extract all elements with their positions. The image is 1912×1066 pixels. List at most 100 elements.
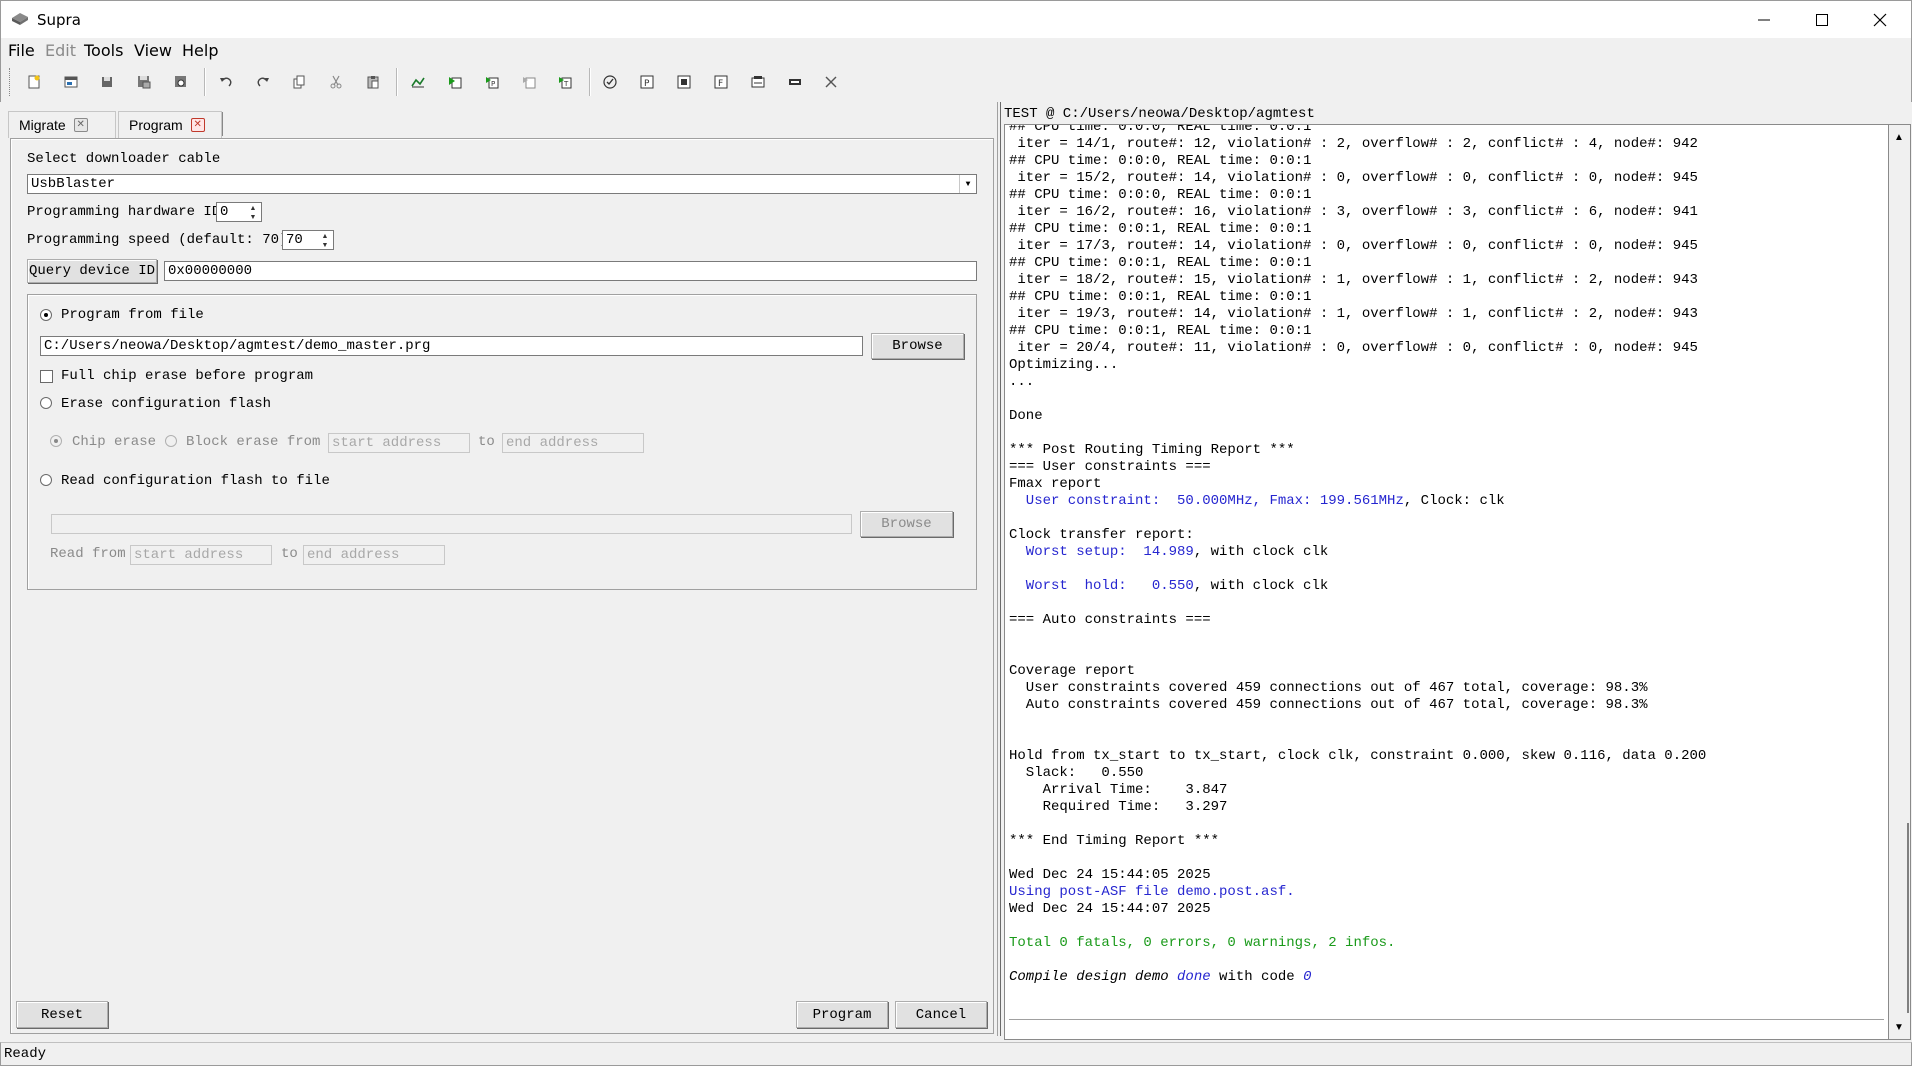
floorplan-button[interactable] [671,70,697,94]
query-device-id-button[interactable]: Query device ID [27,259,157,283]
menu-view[interactable]: View [134,41,172,60]
log-segment: , with clock clk [1193,544,1329,560]
erase-start-placeholder: start address [332,435,442,451]
erase-flash-radio[interactable] [40,397,52,409]
read-end-address-input[interactable]: end address [303,545,445,565]
undo-button[interactable] [213,70,239,94]
log-line: Worst setup: 14.989, with clock clk [1009,544,1706,561]
tab-program[interactable]: Program ✕ [118,111,222,138]
device-id-field[interactable]: 0x00000000 [164,261,977,281]
menu-edit[interactable]: Edit [45,41,76,60]
program-icon [751,76,765,88]
check-button[interactable] [597,70,623,94]
cable-select-value: UsbBlaster [31,176,116,192]
toolbar-separator [396,68,398,96]
program-from-file-label: Program from file [61,307,204,323]
stop-button[interactable] [818,70,844,94]
erase-end-address-input[interactable]: end address [502,433,644,453]
redo-icon [257,77,269,87]
tab-migrate-close-icon[interactable]: ✕ [73,118,88,132]
copy-button[interactable] [286,70,312,94]
log-output[interactable]: ## CPU time: 0:0:0, REAL time: 0:0:1 ite… [1004,124,1889,1040]
open-project-button[interactable] [58,70,84,94]
migrate-icon [411,77,425,88]
cable-select[interactable]: UsbBlaster ▼ [27,174,977,194]
full-erase-checkbox[interactable] [40,370,53,383]
route-icon [523,77,536,89]
program-button[interactable]: Program [796,1001,888,1028]
menu-file[interactable]: File [8,41,35,60]
chip-erase-radio[interactable] [50,435,62,447]
paste-button[interactable] [360,70,386,94]
redo-button[interactable] [250,70,276,94]
scroll-up-icon[interactable]: ▲ [1889,127,1909,147]
copy-icon [293,75,305,89]
compile-icon [449,77,462,89]
program-device-button[interactable] [745,70,771,94]
settings-save-button[interactable] [168,70,194,94]
log-line: ## CPU time: 0:0:1, REAL time: 0:0:1 [1009,323,1312,339]
toolbar: P T P F [0,62,1912,102]
scrollbar-thumb[interactable] [1907,823,1909,1013]
chip-button[interactable] [782,70,808,94]
toolbar-grip[interactable] [9,68,12,96]
new-file-button[interactable] [21,70,47,94]
log-line: ## CPU time: 0:0:0, REAL time: 0:0:1 [1009,124,1312,135]
file-path-field[interactable]: C:/Users/neowa/Desktop/agmtest/demo_mast… [40,336,863,356]
browse-button[interactable]: Browse [871,333,964,359]
log-scrollbar[interactable]: ▲ ▼ [1889,124,1911,1040]
erase-end-placeholder: end address [506,435,599,451]
log-line: iter = 18/2, route#: 15, violation# : 1,… [1009,272,1698,288]
tab-migrate[interactable]: Migrate ✕ [8,111,116,138]
place-button[interactable]: P [479,70,505,94]
save-button[interactable] [94,70,120,94]
save-as-button[interactable] [131,70,157,94]
log-line: Required Time: 3.297 [1009,799,1228,815]
chip-icon [789,79,801,85]
scroll-down-icon[interactable]: ▼ [1889,1017,1909,1037]
migrate-button[interactable] [405,70,431,94]
minimize-button[interactable] [1735,1,1793,39]
menu-help[interactable]: Help [182,41,218,60]
compile-button[interactable] [442,70,468,94]
log-line: Compile design demo done with code 0 [1009,969,1706,986]
cable-label: Select downloader cable [27,151,221,167]
cut-icon [330,75,342,89]
menu-tools[interactable]: Tools [84,41,123,60]
read-browse-button[interactable]: Browse [860,511,953,537]
cancel-button[interactable]: Cancel [895,1001,987,1028]
route-button[interactable] [516,70,542,94]
hw-id-spin-arrows[interactable]: ▲ ▼ [245,204,261,221]
block-erase-radio[interactable] [165,435,177,447]
timing-button[interactable]: T [552,70,578,94]
maximize-button[interactable] [1793,1,1851,39]
panel-splitter[interactable] [996,102,1004,1036]
read-file-path-field[interactable] [51,514,852,534]
read-flash-label: Read configuration flash to file [61,473,330,489]
log-line: ## CPU time: 0:0:0, REAL time: 0:0:1 [1009,153,1312,169]
report-button[interactable]: F [708,70,734,94]
read-start-placeholder: start address [134,547,244,563]
log-line: iter = 15/2, route#: 14, violation# : 0,… [1009,170,1698,186]
pin-planner-icon: P [640,75,654,89]
close-window-button[interactable] [1851,1,1909,39]
erase-flash-label: Erase configuration flash [61,396,272,412]
log-line: Optimizing... [1009,357,1119,373]
tab-program-close-icon[interactable]: ✕ [190,118,205,132]
settings-save-icon [175,76,186,87]
erase-start-address-input[interactable]: start address [328,433,470,453]
reset-button[interactable]: Reset [16,1001,108,1028]
cut-button[interactable] [323,70,349,94]
read-start-address-input[interactable]: start address [130,545,272,565]
tab-program-label: Program [129,117,183,133]
read-from-label: Read from [50,546,126,562]
log-line: Using post-ASF file demo.post.asf. [1009,884,1295,900]
pin-planner-button[interactable]: P [634,70,660,94]
speed-spin-arrows[interactable]: ▲ ▼ [317,232,333,249]
read-flash-radio[interactable] [40,474,52,486]
report-icon: F [714,75,728,89]
program-from-file-radio[interactable] [40,309,52,321]
